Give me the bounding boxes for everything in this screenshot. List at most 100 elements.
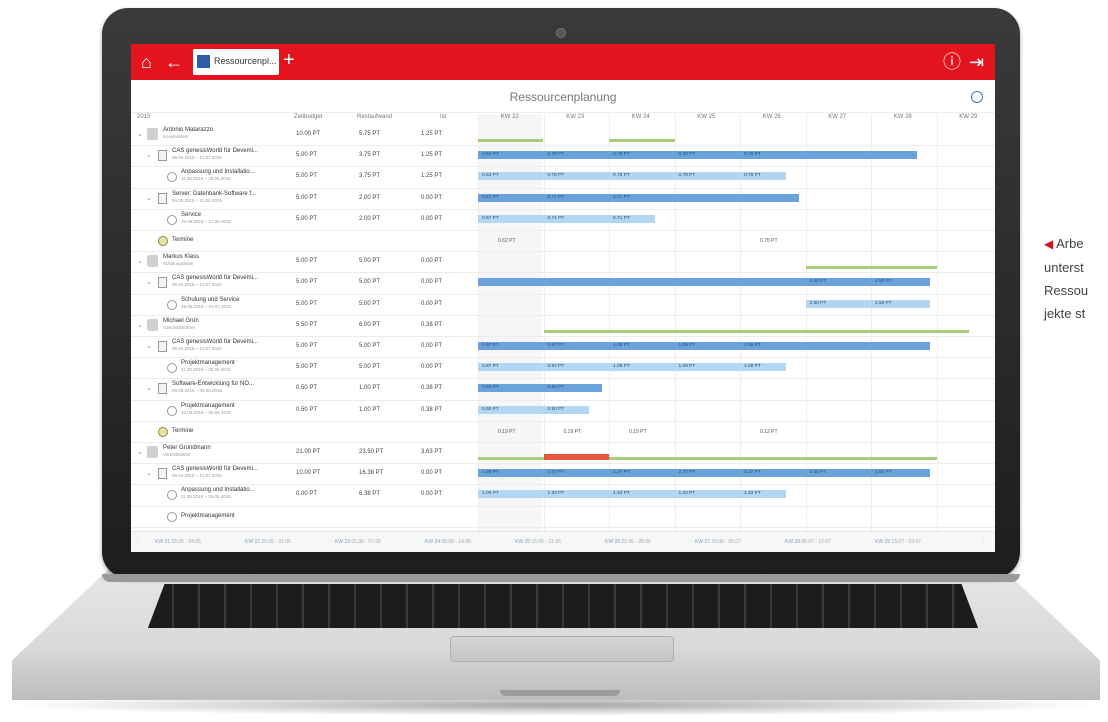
allocation-bar[interactable] [478,172,786,181]
page-title: Ressourcenplanung [509,90,617,104]
user-search-icon[interactable] [971,91,983,103]
task-icon [167,490,177,501]
allocation-bar[interactable] [478,278,930,287]
expand-chevron-icon[interactable]: ⌄ [146,194,152,202]
allocation-bar[interactable] [478,490,786,499]
week-nav-range: 18.05 - 24.05 [171,539,201,545]
expand-chevron-icon[interactable]: ⌄ [146,384,152,392]
table-row[interactable]: ⌄ Markus Klass Schulungsleiter 5.00 PT 5.00 … [131,251,995,274]
week-header-kw-28[interactable]: KW 28 [894,114,912,120]
back-arrow-icon[interactable]: ← [165,51,183,73]
row-dates: 20.04.2015 – 05.06.2015 [181,409,232,415]
week-nav-kw-24[interactable]: KW 24 08.06 - 14.06 [425,539,471,545]
row-label: Server: Datenbank-Software f... 04.05.201… [172,191,256,203]
week-header-kw-29[interactable]: KW 29 [959,114,977,120]
restaufwand-value: 5.00 PT [359,258,381,265]
webcam [556,28,566,38]
row-name: Software-Entwicklung für NO... [172,381,255,388]
expand-chevron-icon[interactable]: ⌄ [137,130,143,138]
table-row[interactable]: ⌄ Michael Grün Geschäftsführer 5.50 PT 6.00 … [131,315,995,337]
tab-ressourcenplanung[interactable]: Ressourcenpl... [193,49,279,75]
allocation-value: 1.33 PT [744,491,761,497]
expand-chevron-icon[interactable]: ⌄ [146,151,152,159]
allocation-value: 0.71 PT [547,194,565,200]
allocation-value: 0.87 PT [547,343,565,348]
prev-week-icon[interactable]: ‹ [137,539,139,545]
restaufwand-header[interactable]: Restaufwand [357,114,392,120]
zeitbudget-value: 5.00 PT [296,215,318,222]
caption-line-1: Arbe [1056,236,1084,251]
zeitbudget-value: 5.00 PT [296,173,318,180]
expand-chevron-icon[interactable]: ⌄ [146,342,152,350]
ist-value: 1.25 PT [421,131,443,137]
week-nav-kw-26[interactable]: KW 26 22.06 - 28.06 [605,539,651,545]
week-header-kw-26[interactable]: KW 26 [763,114,781,120]
allocation-value: 1.90 PT [482,470,499,476]
week-nav-range: 22.06 - 28.06 [621,539,651,545]
zeitbudget-value: 0.00 PT [296,491,318,498]
expand-chevron-icon[interactable]: ⌄ [137,257,143,265]
row-label: Service 25.05.2015 – 12.06.2015 [181,212,231,224]
row-dates: Geschäftsführer [163,324,196,330]
logout-icon[interactable]: ⇥ [969,51,984,73]
table-row[interactable]: Termine [131,230,995,253]
week-nav-kw-22[interactable]: KW 22 25.05 - 31.05 [245,539,291,545]
expand-chevron-icon[interactable]: ⌄ [146,469,152,477]
allocation-value: 2.37 PT [678,470,696,476]
table-row[interactable]: Projektmanagement [131,506,995,528]
allocation-value: 0.78 PT [547,152,565,158]
week-header-kw-24[interactable]: KW 24 [632,114,650,120]
appointment-value: 0.19 PT [629,428,647,435]
row-label: Antonio Matarazzo Konstrukteur [163,127,213,139]
ist-header[interactable]: Ist [440,114,446,120]
row-name: Projektmanagement [181,360,235,367]
table-row[interactable]: ⌄ Peter Grundmann Vertriebsleiter 21.00 PT 2… [131,442,995,465]
week-nav-kw: KW 26 [605,539,622,545]
project-icon [158,192,167,204]
zeitbudget-value: 10.00 PT [296,470,321,477]
zeitbudget-header[interactable]: Zeitbudget [294,114,322,120]
capacity-bar [609,330,970,333]
restaufwand-value: 1.00 PT [359,406,381,413]
allocation-bar[interactable] [478,342,930,350]
week-nav-kw-23[interactable]: KW 23 01.06 - 07.06 [335,539,381,545]
allocation-value: 2.50 PT [875,470,892,476]
allocation-bar[interactable] [478,469,930,478]
week-nav-range: 25.05 - 31.05 [261,539,291,545]
week-header-kw-25[interactable]: KW 25 [697,114,715,120]
expand-chevron-icon[interactable]: ⌄ [137,448,143,456]
allocation-value: 0.71 PT [547,215,565,221]
row-name: Anpassung und Installatio... [181,169,255,176]
table-row[interactable]: ⌄ Antonio Matarazzo Konstrukteur 10.00 PT 5.… [131,124,995,147]
week-header-kw-27[interactable]: KW 27 [828,114,846,120]
caption-line-2: unterst [1044,260,1084,275]
expand-chevron-icon[interactable]: ⌄ [137,321,143,329]
allocation-value: 2.50 PT [809,300,827,306]
row-dates: 04.05.2015 – 21.06.2015 [172,197,223,203]
restaufwand-value: 1.00 PT [359,385,381,392]
add-tab-icon[interactable]: + [283,49,295,71]
expand-chevron-icon[interactable]: ⌄ [146,278,152,286]
week-nav-kw-25[interactable]: KW 25 15.06 - 21.06 [515,539,561,545]
allocation-bar[interactable] [478,193,799,202]
week-header-kw-22[interactable]: KW 22 [501,114,519,120]
project-icon [158,277,167,289]
week-nav-kw-21[interactable]: KW 21 18.05 - 24.05 [155,539,201,545]
allocation-bar[interactable] [478,363,786,372]
allocation-value: 1.09 PT [678,343,696,348]
row-name: Antonio Matarazzo [163,127,214,133]
row-name: Michael Grün [163,317,199,324]
week-nav-kw-27[interactable]: KW 27 29.06 - 05.07 [695,539,741,545]
allocation-bar[interactable] [478,151,917,160]
home-icon[interactable]: ⌂ [141,51,152,73]
info-icon[interactable]: ⓘ [943,51,961,73]
allocation-value: 1.09 PT [744,343,761,348]
allocation-value: 0.87 PT [482,364,499,370]
row-label: Anpassung und Installatio... 11.05.2015 –… [181,487,255,499]
next-week-icon[interactable]: › [983,539,985,545]
week-nav-kw-28[interactable]: KW 28 06.07 - 12.07 [785,539,831,545]
week-header-kw-23[interactable]: KW 23 [566,114,584,120]
allocation-value: 2.50 PT [875,279,892,285]
week-nav-kw-29[interactable]: KW 29 13.07 - 19.07 [875,539,921,545]
allocation-value: 0.50 PT [482,385,499,391]
